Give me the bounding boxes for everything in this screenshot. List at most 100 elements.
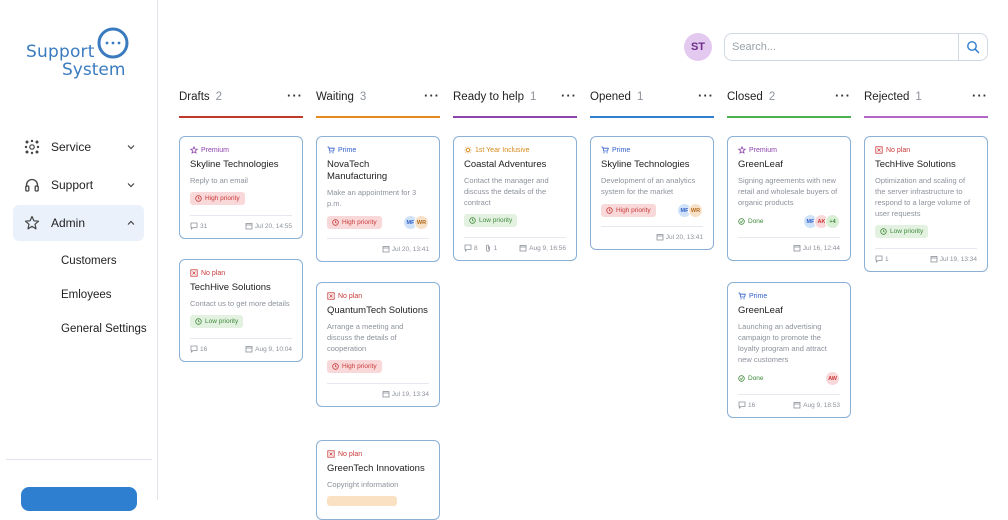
card-footer: 1 Jul 19, 13:34: [875, 248, 977, 263]
ticket-card[interactable]: No plan QuantumTech Solutions Arrange a …: [316, 282, 440, 407]
priority-label: High priority: [342, 363, 377, 370]
column-header-rejected: Rejected 1 ···: [864, 88, 988, 120]
no-plan-icon: [190, 269, 198, 277]
calendar-icon: [382, 391, 390, 398]
plan-tag: Premium: [190, 145, 292, 155]
card-date: Jul 20, 13:41: [391, 245, 429, 253]
check-circle-icon: [738, 375, 745, 382]
plan-tag-label: Prime: [338, 146, 357, 154]
ticket-card[interactable]: Prime Skyline Technologies Development o…: [590, 136, 714, 250]
card-description: Contact us to get more details: [190, 299, 290, 308]
card-date: Aug 9, 10:04: [255, 345, 292, 353]
ticket-card[interactable]: No plan TechHive Solutions Contact us to…: [179, 259, 303, 362]
sidebar-item-admin[interactable]: Admin: [13, 205, 144, 241]
card-date: Aug 9, 16:56: [529, 244, 566, 252]
column-title: Waiting: [316, 91, 354, 103]
sidebar-subitem-customers[interactable]: Customers: [61, 255, 117, 267]
status-label: Done: [748, 375, 764, 382]
user-avatar[interactable]: ST: [684, 33, 712, 61]
card-description: Copyright information: [327, 480, 399, 489]
cart-icon: [327, 146, 335, 154]
more-icon[interactable]: ···: [698, 88, 714, 103]
card-date: Jul 20, 14:55: [254, 222, 292, 230]
ticket-card[interactable]: Premium Skyline Technologies Reply to an…: [179, 136, 303, 239]
no-plan-icon: [875, 146, 883, 154]
sidebar-subitem-general-settings[interactable]: General Settings: [61, 323, 147, 335]
ticket-card[interactable]: No plan TechHive Solutions Optimization …: [864, 136, 988, 272]
card-date: Jul 20, 13:41: [665, 233, 703, 241]
plan-tag: 1st Year Inclusive: [464, 145, 566, 155]
avatar-more[interactable]: +4: [825, 214, 840, 229]
column-underline: [179, 116, 303, 118]
assignee-avatars: MF AK +4: [803, 214, 840, 229]
search-icon: [967, 41, 980, 54]
priority-badge: Low priority: [875, 225, 929, 238]
calendar-icon: [245, 223, 253, 230]
comment-icon: [190, 222, 198, 230]
card-description: Make an appointment for 3 p.m.: [327, 188, 417, 208]
more-icon[interactable]: ···: [835, 88, 851, 103]
card-footer: Jul 19, 13:34: [327, 383, 429, 398]
avatar[interactable]: WR: [688, 203, 703, 218]
more-icon[interactable]: ···: [287, 88, 303, 103]
column-count: 2: [215, 91, 223, 103]
ticket-card[interactable]: No plan GreenTech Innovations Copyright …: [316, 440, 440, 520]
paperclip-icon: [485, 244, 490, 252]
ticket-card[interactable]: Prime GreenLeaf Launching an advertising…: [727, 282, 851, 418]
calendar-icon: [245, 346, 253, 353]
plan-tag: No plan: [875, 145, 977, 155]
ticket-card[interactable]: Premium GreenLeaf Signing agreements wit…: [727, 136, 851, 261]
sidebar-item-service[interactable]: Service: [13, 129, 144, 165]
priority-label: High priority: [205, 195, 240, 202]
card-footer: Jul 16, 12:44: [738, 237, 840, 252]
more-icon[interactable]: ···: [424, 88, 440, 103]
assignee-avatars: MF WR: [403, 215, 429, 230]
search-button[interactable]: [959, 34, 987, 60]
card-description: Development of an analytics system for t…: [601, 176, 696, 196]
priority-badge: High priority: [601, 204, 656, 217]
card-footer: 8 1 Aug 9, 16:56: [464, 237, 566, 252]
logo[interactable]: Support System: [26, 26, 136, 82]
more-icon[interactable]: ···: [972, 88, 988, 103]
priority-label: Low priority: [205, 318, 239, 325]
plan-tag-label: 1st Year Inclusive: [475, 146, 530, 154]
column-title: Rejected: [864, 91, 910, 103]
priority-badge: High priority: [327, 216, 382, 229]
calendar-icon: [793, 245, 801, 252]
priority-badge: Low priority: [190, 315, 244, 328]
avatar[interactable]: WR: [414, 215, 429, 230]
column-title: Drafts: [179, 91, 210, 103]
sidebar-item-support[interactable]: Support: [13, 167, 144, 203]
avatar[interactable]: AW: [825, 371, 840, 386]
sidebar-subitem-employees[interactable]: Emloyees: [61, 289, 112, 301]
priority-label: High priority: [616, 207, 651, 214]
plan-tag: Prime: [601, 145, 703, 155]
search-input[interactable]: [732, 41, 958, 53]
priority-badge: High priority: [327, 360, 382, 373]
more-icon[interactable]: ···: [561, 88, 577, 103]
comment-icon: [738, 401, 746, 409]
column-header-opened: Opened 1 ···: [590, 88, 714, 120]
sidebar-item-label: Admin: [51, 216, 86, 230]
column-header-closed: Closed 2 ···: [727, 88, 851, 120]
star-icon: [23, 214, 41, 232]
card-footer: Jul 20, 13:41: [327, 238, 429, 253]
ticket-card[interactable]: Prime NovaTech Manufacturing Make an app…: [316, 136, 440, 262]
card-description: Arrange a meeting and discuss the detail…: [327, 322, 404, 353]
no-plan-icon: [327, 292, 335, 300]
plan-tag-label: Prime: [749, 292, 768, 300]
ticket-card[interactable]: 1st Year Inclusive Coastal Adventures Co…: [453, 136, 577, 261]
comment-count: 16: [748, 401, 756, 409]
clock-icon: [195, 318, 202, 325]
sidebar-action-button[interactable]: [21, 487, 137, 511]
clock-icon: [332, 219, 339, 226]
plan-tag-label: Premium: [201, 146, 230, 154]
chevron-down-icon: [127, 183, 135, 188]
plan-tag-label: No plan: [338, 292, 363, 300]
priority-label: Low priority: [479, 217, 513, 224]
card-footer: 16 Aug 9, 18:53: [738, 394, 840, 409]
card-date: Jul 19, 13:34: [391, 390, 429, 398]
attachment-count: 1: [493, 244, 498, 252]
card-date: Aug 9, 18:53: [803, 401, 840, 409]
comment-count: 1: [885, 255, 889, 263]
